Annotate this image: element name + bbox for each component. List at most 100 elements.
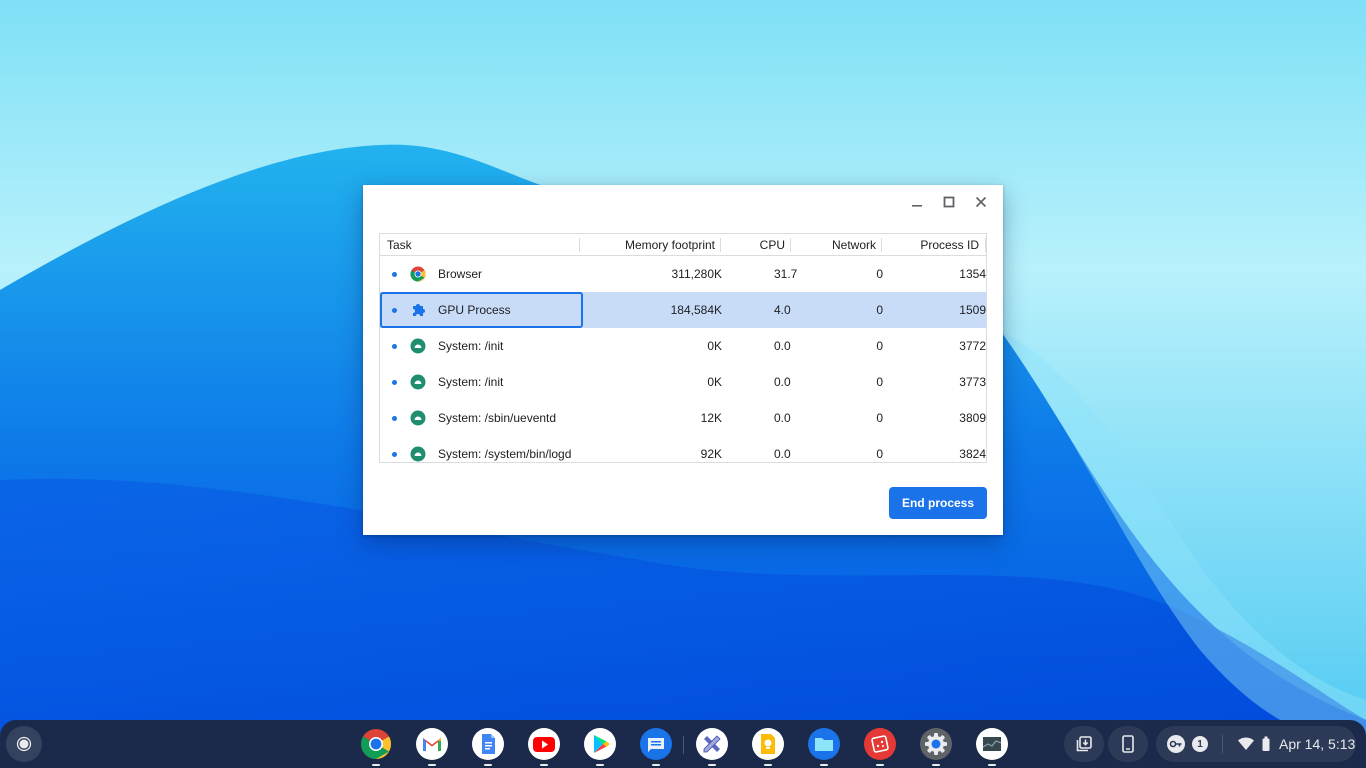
notification-count-badge: 1 xyxy=(1192,736,1208,752)
table-row[interactable]: Browser 311,280K 31.7 0 1354 xyxy=(380,256,986,292)
column-header-cpu[interactable]: CPU xyxy=(721,234,791,255)
phone-hub-button[interactable] xyxy=(1108,726,1148,762)
table-row[interactable]: System: /system/bin/logd 92K 0.0 0 3824 xyxy=(380,436,986,462)
running-indicator xyxy=(372,764,380,766)
shelf-app-youtube[interactable] xyxy=(528,728,560,766)
launcher-button[interactable] xyxy=(6,726,42,762)
row-indicator-dot xyxy=(392,452,397,457)
running-indicator xyxy=(820,764,828,766)
memory-footprint: 12K xyxy=(700,411,722,425)
running-indicator xyxy=(596,764,604,766)
window-caption-buttons xyxy=(901,193,997,211)
vpn-key-icon xyxy=(1167,735,1185,753)
phone-icon xyxy=(1122,735,1134,753)
task-name: Browser xyxy=(438,267,483,281)
cpu-usage: 0.0 xyxy=(774,375,791,389)
memory-footprint: 92K xyxy=(700,447,722,461)
shelf-app-gmail[interactable] xyxy=(416,728,448,766)
shelf-app-task-manager[interactable] xyxy=(976,728,1008,766)
running-indicator xyxy=(540,764,548,766)
shelf-app-files[interactable] xyxy=(808,728,840,766)
wifi-icon xyxy=(1238,737,1254,750)
running-indicator xyxy=(988,764,996,766)
network-usage: 0 xyxy=(876,303,883,317)
row-indicator-dot xyxy=(392,308,397,313)
shelf-app-docs[interactable] xyxy=(472,728,504,766)
shelf-app-keep[interactable] xyxy=(752,728,784,766)
task-name: System: /init xyxy=(438,375,504,389)
shelf-app-settings[interactable] xyxy=(920,728,952,766)
process-id: 3773 xyxy=(959,375,986,389)
column-header-network[interactable]: Network xyxy=(791,234,882,255)
table-row[interactable]: System: /sbin/ueventd 12K 0.0 0 3809 xyxy=(380,400,986,436)
android-icon xyxy=(410,446,426,462)
play-store-icon xyxy=(584,728,616,760)
maximize-icon xyxy=(943,196,955,208)
date-time: Apr 14, 5:13 xyxy=(1279,736,1356,752)
task-name: System: /init xyxy=(438,339,504,353)
puzzle-piece-icon xyxy=(410,302,426,318)
minimize-button[interactable] xyxy=(901,193,933,211)
chrome-icon xyxy=(410,266,426,282)
table-row[interactable]: System: /init 0K 0.0 0 3773 xyxy=(380,364,986,400)
shelf-app-messages[interactable] xyxy=(640,728,672,766)
running-indicator xyxy=(876,764,884,766)
shelf-app-play-store[interactable] xyxy=(584,728,616,766)
row-indicator-dot xyxy=(392,416,397,421)
cpu-usage: 0.0 xyxy=(774,339,791,353)
memory-footprint: 0K xyxy=(707,339,722,353)
docs-icon xyxy=(472,728,504,760)
table-header: Task Memory footprint CPU Network Proces… xyxy=(380,234,986,256)
task-manager-window: Task Memory footprint CPU Network Proces… xyxy=(363,185,1003,535)
running-indicator xyxy=(932,764,940,766)
shelf-app-sketch[interactable] xyxy=(696,728,728,766)
task-name: System: /sbin/ueventd xyxy=(438,411,557,425)
column-header-process-id[interactable]: Process ID xyxy=(882,234,986,255)
shelf-divider xyxy=(683,736,684,754)
messages-icon xyxy=(640,728,672,760)
task-name: GPU Process xyxy=(438,303,511,317)
cpu-usage: 31.7 xyxy=(774,267,798,281)
holding-space-icon xyxy=(1076,736,1092,752)
running-indicator xyxy=(484,764,492,766)
youtube-icon xyxy=(528,728,560,760)
network-usage: 0 xyxy=(876,411,883,425)
row-indicator-dot xyxy=(392,272,397,277)
holding-space-button[interactable] xyxy=(1064,726,1104,762)
table-row[interactable]: GPU Process 184,584K 4.0 0 1509 xyxy=(380,292,986,328)
shelf-app-game[interactable] xyxy=(864,728,896,766)
table-row[interactable]: System: /init 0K 0.0 0 3772 xyxy=(380,328,986,364)
column-header-task[interactable]: Task xyxy=(380,234,580,255)
column-header-memory[interactable]: Memory footprint xyxy=(580,234,721,255)
end-process-button[interactable]: End process xyxy=(889,487,987,519)
network-usage: 0 xyxy=(876,447,883,461)
shelf-app-chrome[interactable] xyxy=(360,728,392,766)
process-id: 3809 xyxy=(959,411,986,425)
minimize-icon xyxy=(912,205,922,207)
task-manager-icon xyxy=(976,728,1008,760)
running-indicator xyxy=(708,764,716,766)
cpu-usage: 0.0 xyxy=(774,447,791,461)
keep-icon xyxy=(752,728,784,760)
dice-icon xyxy=(864,728,896,760)
cpu-usage: 0.0 xyxy=(774,411,791,425)
process-table: Task Memory footprint CPU Network Proces… xyxy=(379,233,987,463)
files-icon xyxy=(808,728,840,760)
table-body: Browser 311,280K 31.7 0 1354 GPU Process… xyxy=(380,256,986,462)
memory-footprint: 184,584K xyxy=(670,303,722,317)
android-icon xyxy=(410,374,426,390)
cpu-usage: 4.0 xyxy=(774,303,791,317)
row-indicator-dot xyxy=(392,344,397,349)
status-area-button[interactable]: 1 Apr 14, 5:13 xyxy=(1156,726,1356,762)
network-usage: 0 xyxy=(876,267,883,281)
memory-footprint: 0K xyxy=(707,375,722,389)
android-icon xyxy=(410,338,426,354)
process-id: 1354 xyxy=(959,267,986,281)
network-usage: 0 xyxy=(876,339,883,353)
close-button[interactable] xyxy=(965,193,997,211)
running-indicator xyxy=(764,764,772,766)
maximize-button[interactable] xyxy=(933,193,965,211)
running-indicator xyxy=(428,764,436,766)
running-indicator xyxy=(652,764,660,766)
process-id: 1509 xyxy=(959,303,986,317)
